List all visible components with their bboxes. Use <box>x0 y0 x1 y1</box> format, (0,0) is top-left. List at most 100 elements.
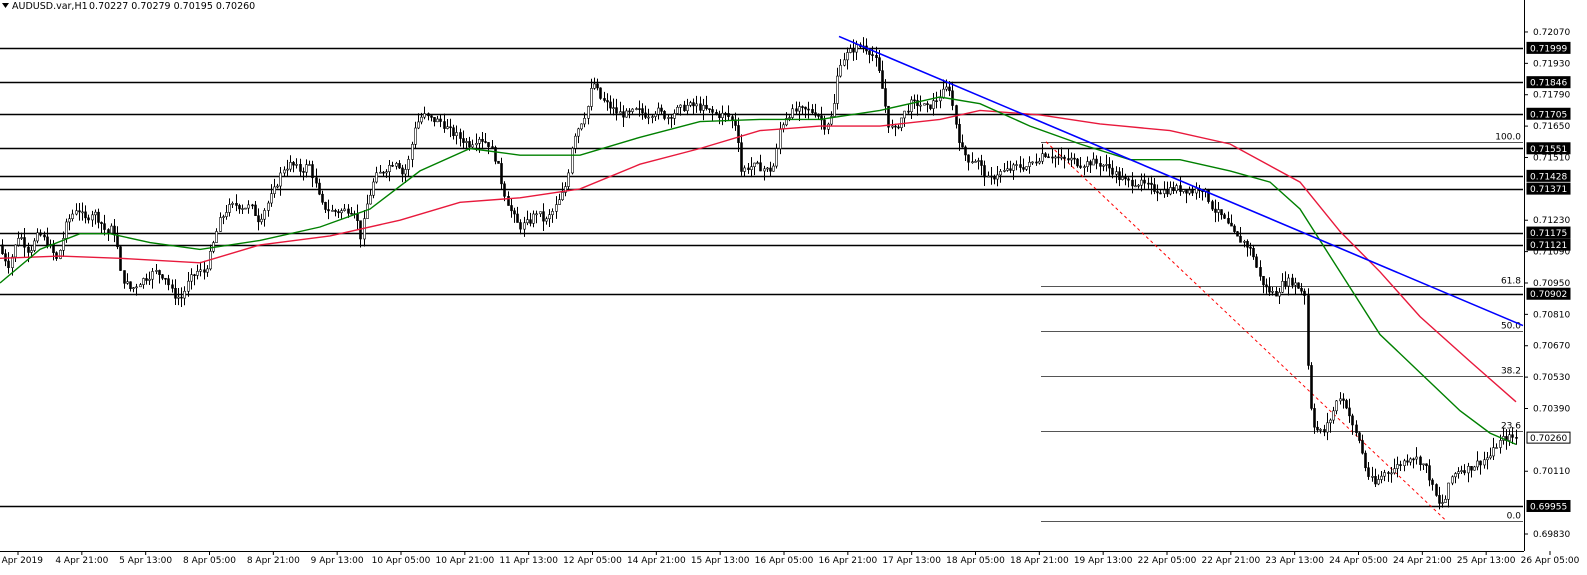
time-tick-label-15: 18 Apr 05:00 <box>946 556 1005 566</box>
candle-body-393 <box>1259 267 1262 277</box>
candle-body-28 <box>91 214 94 221</box>
candle-body-51 <box>164 277 167 280</box>
candle-body-377 <box>1207 189 1210 202</box>
candle-body-460 <box>1473 466 1476 471</box>
candle-body-371 <box>1188 189 1191 194</box>
candle-body-50 <box>161 274 164 279</box>
candle-body-468 <box>1499 440 1502 448</box>
candle-body-200 <box>641 108 644 114</box>
candle-body-59 <box>190 274 193 282</box>
candle-body-58 <box>187 280 190 292</box>
candle-body-302 <box>967 154 970 163</box>
candle-body-340 <box>1089 161 1092 166</box>
candle-body-292 <box>935 100 938 102</box>
candle-body-230 <box>737 125 740 143</box>
candle-body-347 <box>1111 167 1114 175</box>
candle-body-126 <box>404 169 407 175</box>
candle-body-440 <box>1409 458 1412 463</box>
candle-body-97 <box>311 164 314 179</box>
price-tick-label-10: 0.70530 <box>1533 373 1570 383</box>
candle-body-360 <box>1153 184 1156 192</box>
candle-body-187 <box>599 87 602 99</box>
price-tick-label-11: 0.70390 <box>1533 404 1570 414</box>
candle-body-431 <box>1380 475 1383 480</box>
fib-level-label-1: 61.8 <box>1501 277 1521 287</box>
price-level-label-7: 0.71121 <box>1530 241 1567 251</box>
candle-body-446 <box>1428 465 1431 481</box>
candle-body-111 <box>356 213 359 221</box>
candle-body-262 <box>839 64 842 77</box>
candle-body-319 <box>1022 167 1025 170</box>
time-tick-label-10: 14 Apr 21:00 <box>627 556 686 566</box>
candle-body-75 <box>241 208 244 210</box>
candle-body-321 <box>1028 161 1031 167</box>
candle-body-422 <box>1351 415 1354 426</box>
candle-body-275 <box>881 70 884 89</box>
time-tick-label-6: 10 Apr 05:00 <box>372 556 431 566</box>
candle-body-370 <box>1185 189 1188 194</box>
candle-body-160 <box>513 210 516 215</box>
price-level-label-3: 0.71551 <box>1530 145 1567 155</box>
candle-body-243 <box>779 128 782 149</box>
candle-body-253 <box>811 109 814 113</box>
candle-body-471 <box>1508 434 1511 441</box>
candle-body-232 <box>743 167 746 172</box>
candle-body-100 <box>321 193 324 203</box>
candle-body-305 <box>977 160 980 162</box>
candle-body-329 <box>1054 156 1057 159</box>
candle-body-274 <box>878 57 881 71</box>
chart-canvas[interactable]: 100.061.850.038.223.60.0 0.720700.719300… <box>0 0 1587 571</box>
candle-body-341 <box>1092 158 1095 166</box>
price-tick-label-9: 0.70670 <box>1533 342 1570 352</box>
price-level-label-8: 0.70902 <box>1530 290 1567 300</box>
price-chart[interactable]: 100.0 61.8 50.0 38.2 23.6 0.0 0.72070 0.71930 0… <box>0 0 1587 571</box>
candle-body-278 <box>891 125 894 128</box>
candle-body-399 <box>1278 291 1281 297</box>
candle-body-32 <box>103 223 106 230</box>
candle-body-336 <box>1076 158 1079 167</box>
candle-body-62 <box>199 269 202 272</box>
candle-body-47 <box>151 271 154 280</box>
candle-body-61 <box>196 271 199 276</box>
candle-body-205 <box>657 107 660 115</box>
candle-body-95 <box>305 164 308 173</box>
fib-level-label-5: 0.0 <box>1507 512 1522 522</box>
candle-body-144 <box>462 138 465 143</box>
candle-body-204 <box>654 113 657 117</box>
price-level-label-5: 0.71371 <box>1530 185 1567 195</box>
candle-body-203 <box>651 116 654 118</box>
candle-body-404 <box>1294 282 1297 286</box>
candle-body-30 <box>97 211 100 223</box>
candle-body-434 <box>1390 472 1393 475</box>
candle-body-142 <box>455 132 458 136</box>
time-tick-label-18: 22 Apr 05:00 <box>1138 556 1197 566</box>
candle-body-215 <box>689 102 692 106</box>
candle-body-411 <box>1316 426 1319 431</box>
price-level-label-10: 0.69955 <box>1530 502 1567 512</box>
candle-body-359 <box>1150 182 1153 185</box>
candle-body-372 <box>1191 189 1194 194</box>
price-tick-label-13: 0.69830 <box>1533 530 1570 540</box>
candle-body-33 <box>107 229 110 234</box>
candle-body-201 <box>644 112 647 118</box>
candle-body-175 <box>561 192 564 201</box>
candle-body-80 <box>257 215 260 223</box>
candle-body-147 <box>471 144 474 148</box>
candle-body-276 <box>884 88 887 107</box>
candle-body-193 <box>619 111 622 114</box>
candle-body-316 <box>1012 164 1015 171</box>
candle-body-414 <box>1326 422 1329 433</box>
chart-header: AUDUSD.var,H1 0.70227 0.70279 0.70195 0.… <box>2 1 255 12</box>
price-tick-label-5: 0.71230 <box>1533 216 1570 226</box>
price-tick-label-12: 0.70110 <box>1533 467 1570 477</box>
candle-body-285 <box>913 99 916 102</box>
candle-body-149 <box>478 138 481 144</box>
candle-body-366 <box>1172 187 1175 192</box>
candle-body-324 <box>1038 160 1041 164</box>
candle-body-143 <box>459 132 462 139</box>
candle-body-363 <box>1163 189 1166 194</box>
candle-body-99 <box>318 182 321 195</box>
candle-body-369 <box>1182 189 1185 192</box>
candle-body-307 <box>983 165 986 178</box>
candle-body-367 <box>1175 185 1178 192</box>
